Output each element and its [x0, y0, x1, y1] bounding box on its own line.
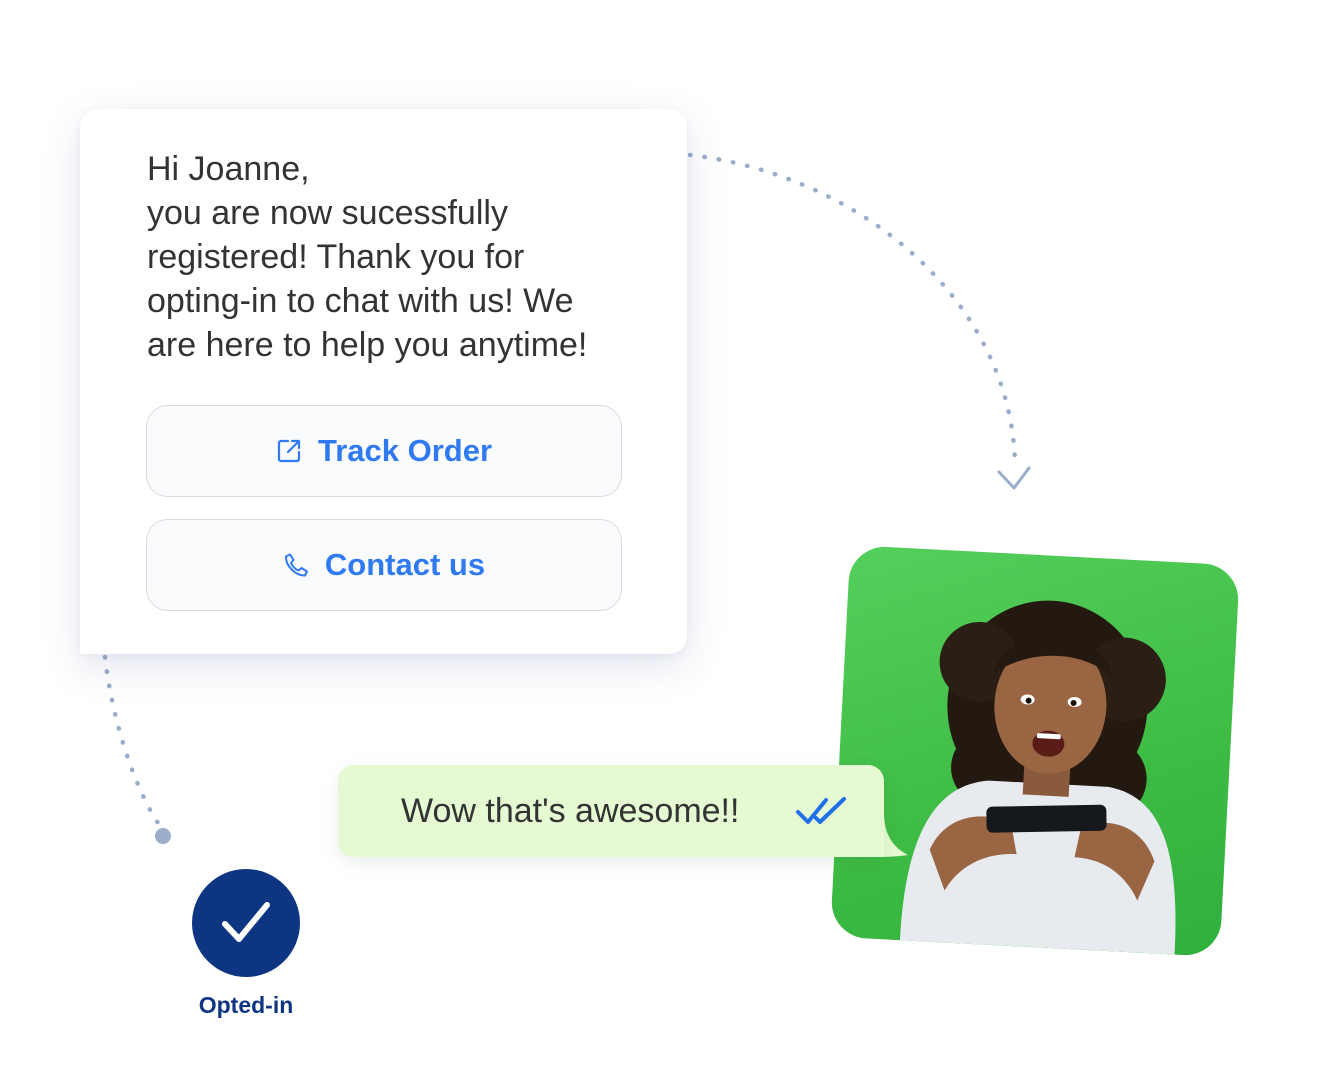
track-order-label: Track Order [317, 433, 493, 468]
user-message-text: Wow that's awesome!! [401, 792, 740, 830]
opted-in-badge [192, 869, 300, 977]
path-end-dot [155, 828, 171, 844]
contact-us-button[interactable]: Contact us [146, 519, 622, 611]
dotted-arrow-path [687, 152, 1018, 465]
bot-message-bubble: Hi Joanne, you are now sucessfully regis… [80, 109, 687, 654]
contact-us-label: Contact us [324, 547, 486, 582]
track-order-button[interactable]: Track Order [146, 405, 622, 497]
double-check-icon [796, 797, 846, 824]
user-photo-card [830, 545, 1240, 957]
external-link-icon [277, 439, 301, 463]
person-photo [899, 600, 1176, 955]
dotted-optin-path [102, 654, 163, 829]
bot-message-text: Hi Joanne, you are now sucessfully regis… [147, 150, 588, 364]
phone-icon [284, 553, 308, 577]
user-message-bubble: Wow that's awesome!! [338, 765, 884, 857]
opted-in-label: Opted-in [198, 992, 294, 1018]
arrow-head-icon [997, 466, 1031, 490]
checkmark-icon [222, 902, 270, 942]
